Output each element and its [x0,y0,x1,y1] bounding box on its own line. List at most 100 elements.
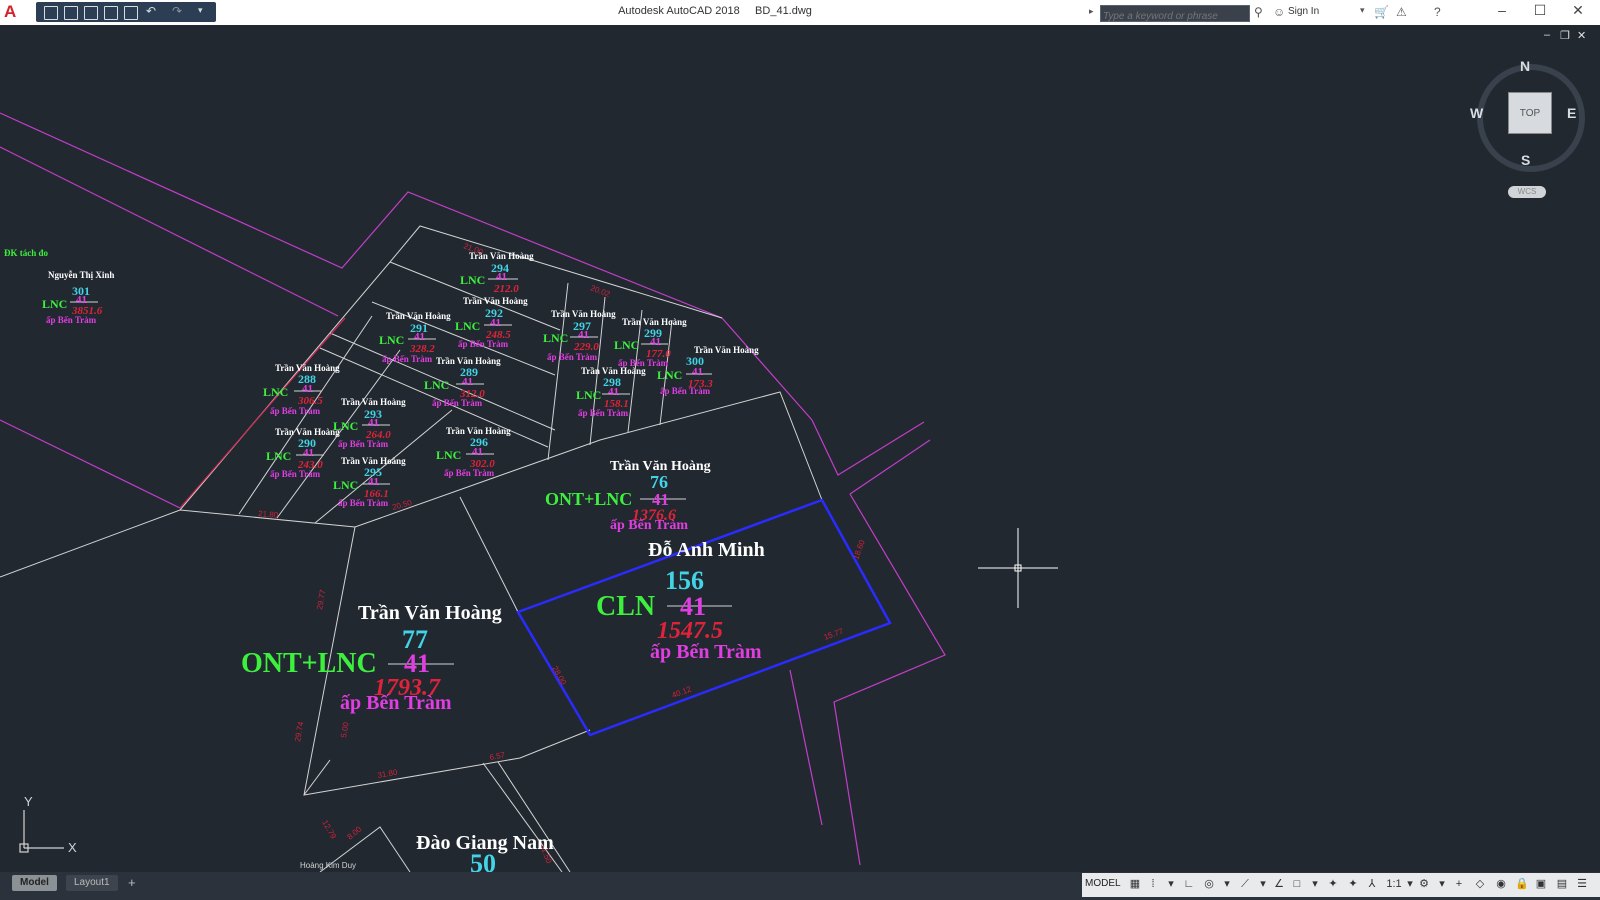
grid-icon[interactable]: ▦ [1129,878,1141,890]
svg-text:ONT+LNC: ONT+LNC [545,489,632,509]
parcel-295-label: Trần Văn Hoàng 295 LNC 41 166.1 ấp Bến T… [333,456,406,508]
svg-text:ấp Bến Tràm: ấp Bến Tràm [578,408,629,418]
annotation-scale-value[interactable]: 1:1 [1385,878,1403,890]
road-line-east [811,419,925,476]
search-expand-icon[interactable]: ▸ [1089,6,1094,17]
cart-icon[interactable]: 🛒 [1374,5,1389,19]
isodraft-icon[interactable]: ⟋ [1239,878,1251,890]
svg-text:41: 41 [692,366,703,378]
svg-text:ấp Bến Tràm: ấp Bến Tràm [660,386,711,396]
sign-in-dropdown-icon[interactable]: ▾ [1360,5,1365,16]
ucs-y-label: Y [24,794,33,809]
svg-text:LNC: LNC [266,449,291,463]
minimize-button[interactable]: – [1484,2,1520,22]
boundary-sw [303,759,331,796]
svg-text:CLN: CLN [596,591,655,622]
compass-west[interactable]: W [1470,105,1483,121]
parcel-299-label: Trần Văn Hoàng 299 LNC 41 177.0 ấp Bến T… [614,317,687,368]
maximize-button[interactable]: ☐ [1522,2,1558,22]
dimension-label: 6.57 [489,750,506,762]
ortho-icon[interactable]: ∟ [1183,878,1195,890]
lock-ui-icon[interactable]: 🔒 [1515,878,1529,890]
compass-north[interactable]: N [1520,58,1530,74]
search-input[interactable] [1101,10,1249,23]
user-icon: ☺ [1273,5,1286,19]
boundary-top [389,225,723,319]
object-snap-icon[interactable]: □ [1291,878,1303,890]
svg-text:41: 41 [496,271,507,283]
ucs-x-label: X [68,840,77,855]
scale-dropdown-icon[interactable]: ▾ [1404,878,1416,890]
add-layout-tab[interactable]: + [120,875,144,891]
isolate-objects-icon[interactable]: ◇ [1474,878,1486,890]
hardware-acceleration-icon[interactable]: ◉ [1495,878,1507,890]
road-line-south [789,669,823,826]
clean-screen-icon[interactable]: ▣ [1535,878,1547,890]
add-scale-icon[interactable]: + [1453,878,1465,890]
parcel-297-label: Trần Văn Hoàng 297 LNC 41 229.0 ấp Bến T… [543,309,616,362]
quick-properties-icon[interactable]: ▤ [1556,878,1568,890]
dimension-label: 29.77 [315,589,327,611]
dimension-label: 20.02 [589,283,611,298]
osnap-tracking-icon[interactable]: ∠ [1273,878,1285,890]
sign-in-button[interactable]: Sign In [1288,6,1319,17]
road-line-north-inner [0,146,339,317]
help-icon[interactable]: ? [1434,5,1441,19]
svg-text:ấp Bến Tràm: ấp Bến Tràm [340,692,452,714]
customization-menu-icon[interactable]: ☰ [1576,878,1588,890]
workspace-dropdown-icon[interactable]: ▾ [1436,878,1448,890]
object-snap-dropdown-icon[interactable]: ▾ [1309,878,1321,890]
svg-text:LNC: LNC [460,273,485,287]
dimension-label: 31.80 [377,768,399,780]
dimension-label: 8.00 [346,824,364,841]
tab-model[interactable]: Model [12,875,57,891]
svg-text:156: 156 [665,566,704,595]
viewcube-top-face[interactable]: TOP [1508,92,1552,134]
dimension-label: 28.00 [550,665,568,687]
parcel-301-label: Nguyễn Thị Xinh 301 LNC 41 3851.6 ấp Bến… [42,270,114,325]
svg-text:ONT+LNC: ONT+LNC [241,648,377,679]
svg-text:LNC: LNC [455,319,480,333]
svg-text:41: 41 [680,592,706,621]
dimension-label: 15.77 [823,626,845,641]
title-bar: A ↶ ↷ ▾ Autodesk AutoCAD 2018 BD_41.dwg … [0,0,1600,25]
svg-text:41: 41 [578,329,589,341]
drawing-canvas[interactable]: 20.02 29.77 40.12 15.77 21.80 29.74 31.8… [0,25,1600,872]
binoculars-icon[interactable]: ⚲ [1254,5,1263,19]
parcel-288-label: Trần Văn Hoàng 288 LNC 41 306.5 ấp Bến T… [263,363,340,416]
compass-east[interactable]: E [1567,105,1576,121]
svg-text:41: 41 [608,386,619,398]
svg-text:ấp Bến Tràm: ấp Bến Tràm [610,518,688,533]
snap-icon[interactable]: ⁞ [1147,878,1159,890]
parcel-300-label: Trần Văn Hoàng 300 LNC 41 173.3 ấp Bến T… [657,345,759,396]
workspace-gear-icon[interactable]: ⚙ [1418,878,1430,890]
svg-text:ấp Bến Tràm: ấp Bến Tràm [270,406,321,416]
svg-text:ấp Bến Tràm: ấp Bến Tràm [338,439,389,449]
svg-text:41: 41 [650,336,661,348]
annotation-visibility-icon[interactable]: ✦ [1327,878,1339,890]
parcel-293-label: Trần Văn Hoàng 293 LNC 41 264.0 ấp Bến T… [333,397,406,449]
svg-text:LNC: LNC [379,333,404,347]
polar-icon[interactable]: ◎ [1203,878,1215,890]
autodesk-account-icon[interactable]: ⚠ [1396,5,1407,19]
tab-layout1[interactable]: Layout1 [66,875,118,891]
svg-text:LNC: LNC [333,478,358,492]
polar-dropdown-icon[interactable]: ▾ [1221,878,1233,890]
svg-text:50: 50 [470,849,496,872]
svg-text:41: 41 [472,446,483,458]
parcel-294-label: Trần Văn Hoàng 294 LNC 41 212.0 [460,251,534,295]
close-button[interactable]: ✕ [1560,2,1596,22]
model-space-button[interactable]: MODEL [1085,878,1121,889]
snap-dropdown-icon[interactable]: ▾ [1165,878,1177,890]
annotation-autoscale-icon[interactable]: ✦ [1347,878,1359,890]
svg-text:212.0: 212.0 [493,283,519,295]
svg-text:41: 41 [490,317,501,329]
osnap-dropdown-icon[interactable]: ▾ [1257,878,1269,890]
compass-south[interactable]: S [1521,152,1530,168]
boundary-south-2 [497,761,571,872]
annotation-scale-icon[interactable]: ⅄ [1366,878,1378,890]
wcs-menu[interactable]: WCS [1508,186,1546,198]
hoang-kim-duy-label: Hoàng Kim Duy [300,861,356,870]
parcel-156-label: Đỗ Anh Minh 156 CLN 41 1547.5 ấp Bến Trà… [596,539,765,663]
svg-text:Trần Văn Hoàng: Trần Văn Hoàng [358,602,502,624]
